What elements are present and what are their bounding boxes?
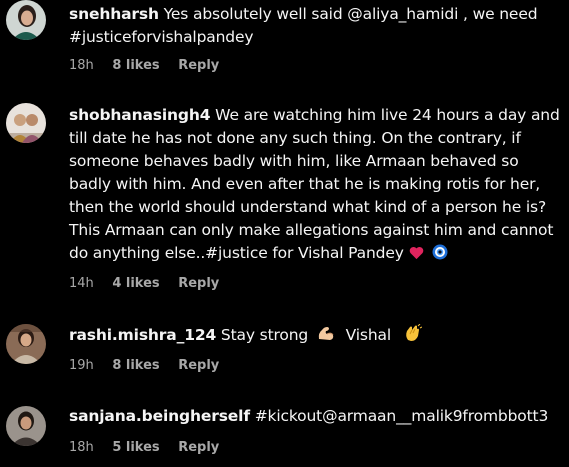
comment-body: snehharsh Yes absolutely well said @aliy… [69, 3, 563, 49]
reply-button[interactable]: Reply [178, 58, 219, 73]
comment-body: sanjana.beingherself #kickout@armaan__ma… [69, 405, 563, 428]
clapping-hands-icon [404, 323, 423, 349]
likes-count[interactable]: 4 likes [112, 276, 159, 291]
comment-time: 14h [69, 276, 94, 291]
comment-username[interactable]: sanjana.beingherself [69, 407, 250, 425]
comment-body: shobhanasingh4 We are watching him live … [69, 104, 563, 267]
comment-meta: 14h 4 likes Reply [69, 276, 233, 291]
nazar-amulet-icon [432, 244, 448, 267]
reply-button[interactable]: Reply [178, 440, 219, 455]
comment-time: 19h [69, 358, 94, 373]
comment-username[interactable]: rashi.mishra_124 [69, 326, 216, 344]
comment-meta: 19h 8 likes Reply [69, 358, 233, 373]
comment-meta: 18h 8 likes Reply [69, 58, 233, 73]
comment-body: rashi.mishra_124 Stay strong Vishal [69, 323, 563, 349]
comment-text: #kickout@armaan__malik9frombbott3 [254, 407, 549, 425]
likes-count[interactable]: 8 likes [112, 58, 159, 73]
comment-item: rashi.mishra_124 Stay strong Vishal 19h … [0, 318, 569, 378]
likes-count[interactable]: 8 likes [112, 358, 159, 373]
likes-count[interactable]: 5 likes [112, 440, 159, 455]
comment-time: 18h [69, 58, 94, 73]
avatar[interactable] [6, 406, 46, 446]
comment-item: shobhanasingh4 We are watching him live … [0, 100, 569, 300]
avatar[interactable] [6, 0, 46, 40]
avatar[interactable] [6, 324, 46, 364]
comment-item: sanjana.beingherself #kickout@armaan__ma… [0, 400, 569, 467]
flexed-biceps-icon [317, 325, 335, 349]
comment-time: 18h [69, 440, 94, 455]
red-heart-icon [409, 244, 424, 267]
comment-username[interactable]: shobhanasingh4 [69, 106, 211, 124]
comment-text-suffix: Vishal [345, 326, 392, 344]
comment-item: snehharsh Yes absolutely well said @aliy… [0, 0, 569, 90]
comment-text: Stay strong [220, 326, 309, 344]
avatar[interactable] [6, 103, 46, 143]
reply-button[interactable]: Reply [178, 358, 219, 373]
comment-username[interactable]: snehharsh [69, 5, 159, 23]
reply-button[interactable]: Reply [178, 276, 219, 291]
comment-meta: 18h 5 likes Reply [69, 440, 233, 455]
comment-text: We are watching him live 24 hours a day … [69, 106, 565, 262]
